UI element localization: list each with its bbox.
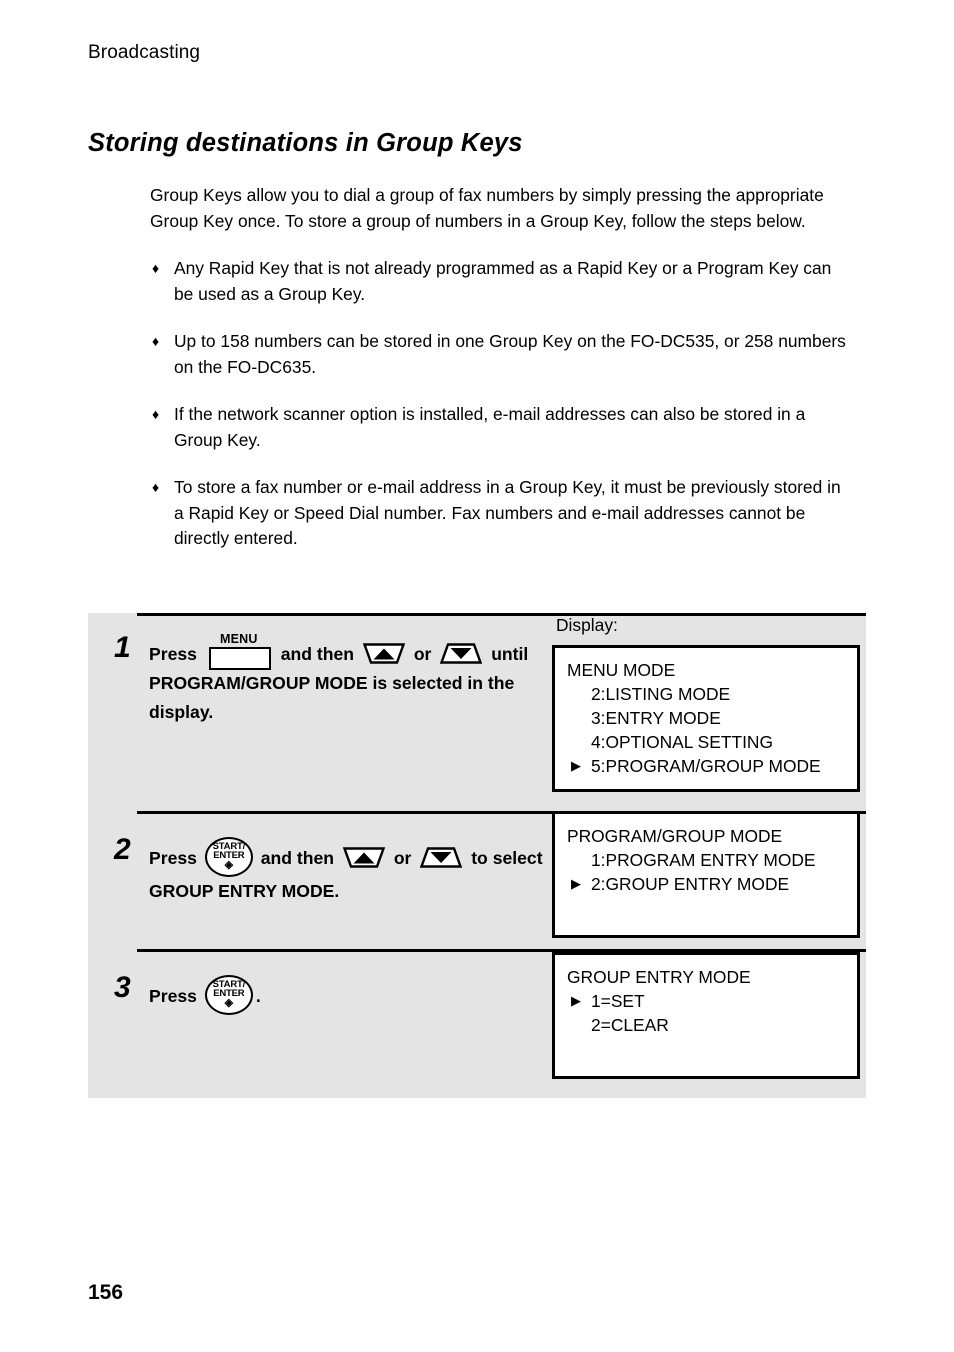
lcd-line: 3:ENTRY MODE <box>591 708 721 728</box>
lcd-line: MENU MODE <box>567 660 676 680</box>
menu-key-label: MENU <box>220 632 258 646</box>
lcd-screen-step-2: PROGRAM/GROUP MODE 1:PROGRAM ENTRY MODE … <box>552 811 860 938</box>
page-number: 156 <box>88 1281 124 1304</box>
step-instruction: Press START/ ENTER ◈ and then or to sele… <box>149 837 569 906</box>
start-enter-key[interactable]: START/ ENTER ◈ <box>204 837 253 877</box>
or-label: or <box>393 848 412 868</box>
step-number: 2 <box>114 833 131 866</box>
step-divider <box>137 613 866 616</box>
list-item: ♦ If the network scanner option is insta… <box>150 402 850 453</box>
lcd-line-text: 1=SET <box>591 991 645 1011</box>
step-instruction: Press START/ ENTER ◈ . <box>149 975 569 1015</box>
lcd-screen-step-3: GROUP ENTRY MODE ▶ 1=SET 2=CLEAR <box>552 952 860 1079</box>
start-enter-key[interactable]: START/ ENTER ◈ <box>204 975 253 1015</box>
running-head: Broadcasting <box>88 42 201 63</box>
list-item-text: To store a fax number or e-mail address … <box>174 477 841 548</box>
or-label: or <box>413 644 432 664</box>
and-then-label: and then <box>260 848 335 868</box>
step-instruction: Press MENU and then or until PROGRAM/GRO… <box>149 632 569 727</box>
press-label: Press <box>149 644 197 664</box>
down-arrow-key[interactable] <box>440 641 483 666</box>
list-item-text: Up to 158 numbers can be stored in one G… <box>174 331 846 377</box>
press-label: Press <box>149 848 197 868</box>
to-label: to <box>471 848 488 868</box>
intro-paragraph: Group Keys allow you to dial a group of … <box>150 185 824 231</box>
diamond-bullet-icon: ♦ <box>152 406 160 422</box>
list-item-text: Any Rapid Key that is not already progra… <box>174 258 832 304</box>
step-number: 3 <box>114 971 131 1004</box>
list-item: ♦ Up to 158 numbers can be stored in one… <box>150 329 850 380</box>
diamond-bullet-icon: ♦ <box>152 479 160 495</box>
lcd-line: 1:PROGRAM ENTRY MODE <box>591 850 816 870</box>
lcd-line-text: 2:GROUP ENTRY MODE <box>591 874 790 894</box>
menu-key-body <box>208 647 271 670</box>
cursor-arrow-icon: ▶ <box>571 993 581 1008</box>
page-title: Storing destinations in Group Keys <box>88 129 523 157</box>
cursor-arrow-icon: ▶ <box>571 876 581 891</box>
up-arrow-key[interactable] <box>342 845 385 870</box>
section-body: Group Keys allow you to dial a group of … <box>150 183 850 552</box>
lcd-line-selected: ▶ 5:PROGRAM/GROUP MODE <box>567 754 845 778</box>
list-item: ♦ Any Rapid Key that is not already prog… <box>150 256 850 307</box>
menu-key[interactable]: MENU <box>208 632 271 670</box>
down-arrow-key[interactable] <box>420 845 463 870</box>
cursor-arrow-icon: ▶ <box>571 758 581 773</box>
step-instruction-tail: . <box>255 986 261 1006</box>
and-then-label: and then <box>280 644 355 664</box>
lcd-line: GROUP ENTRY MODE <box>567 967 751 987</box>
up-arrow-key[interactable] <box>362 641 405 666</box>
start-diamond-icon: ◈ <box>224 997 234 1009</box>
step-number: 1 <box>114 631 131 664</box>
lcd-line: 2=CLEAR <box>591 1015 669 1035</box>
lcd-line-text: 5:PROGRAM/GROUP MODE <box>591 756 821 776</box>
lcd-line: 2:LISTING MODE <box>591 684 731 704</box>
diamond-bullet-icon: ♦ <box>152 260 160 276</box>
press-label: Press <box>149 986 197 1006</box>
lcd-line: 4:OPTIONAL SETTING <box>591 732 773 752</box>
start-diamond-icon: ◈ <box>224 859 234 871</box>
diamond-bullet-icon: ♦ <box>152 333 160 349</box>
lcd-screen-step-1: MENU MODE 2:LISTING MODE 3:ENTRY MODE 4:… <box>552 645 860 792</box>
display-label: Display: <box>556 615 618 635</box>
lcd-line-selected: ▶ 1=SET <box>567 989 845 1013</box>
list-item: ♦ To store a fax number or e-mail addres… <box>150 475 850 552</box>
lcd-line: PROGRAM/GROUP MODE <box>567 826 783 846</box>
lcd-line-selected: ▶ 2:GROUP ENTRY MODE <box>567 872 845 896</box>
list-item-text: If the network scanner option is install… <box>174 404 806 450</box>
